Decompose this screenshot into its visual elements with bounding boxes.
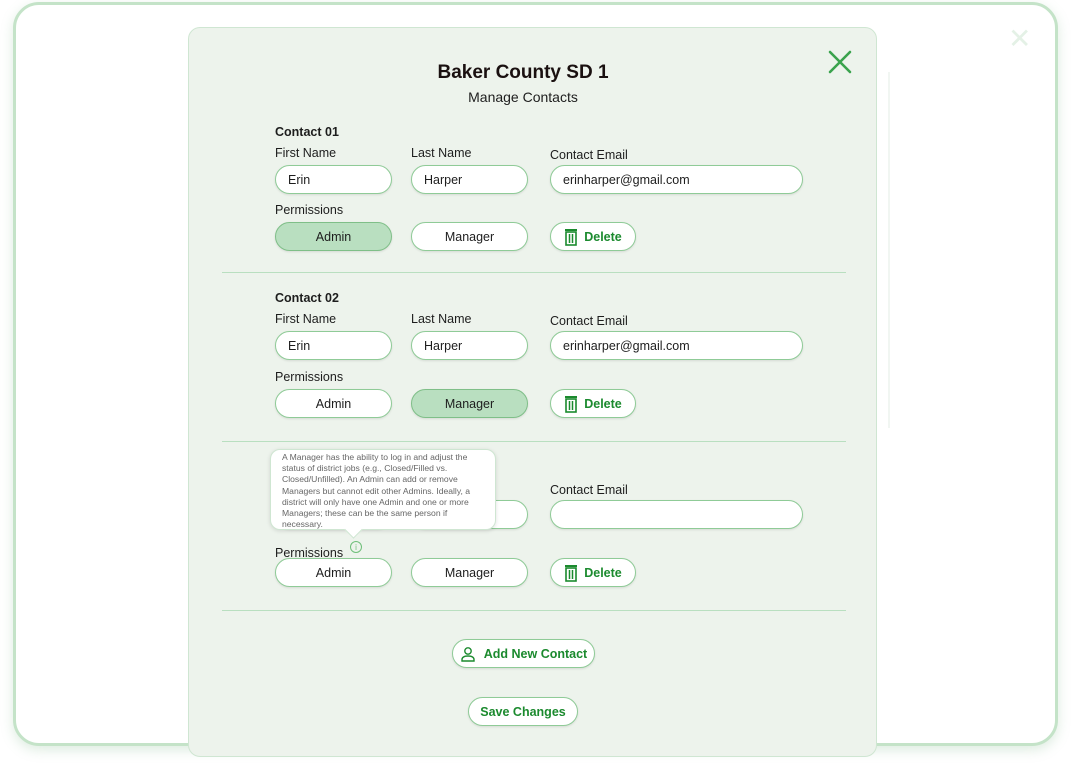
last-name-input[interactable]: Harper — [411, 331, 528, 360]
delete-button[interactable]: Delete — [550, 558, 636, 587]
add-new-contact-button[interactable]: Add New Contact — [452, 639, 595, 668]
email-label: Contact Email — [550, 483, 628, 497]
last-name-input[interactable]: Harper — [411, 165, 528, 194]
manager-toggle[interactable]: Manager — [411, 222, 528, 251]
close-icon[interactable] — [826, 48, 854, 76]
background-divider — [888, 72, 890, 428]
manager-toggle[interactable]: Manager — [411, 389, 528, 418]
admin-toggle[interactable]: Admin — [275, 389, 392, 418]
section-divider — [222, 272, 846, 273]
trash-icon — [565, 564, 578, 582]
section-divider — [222, 441, 846, 442]
email-label: Contact Email — [550, 148, 628, 162]
trash-icon — [565, 228, 578, 246]
delete-label: Delete — [584, 229, 622, 244]
permissions-tooltip: A Manager has the ability to log in and … — [270, 449, 496, 530]
first-name-input[interactable]: Erin — [275, 165, 392, 194]
contact-title: Contact 02 — [275, 291, 339, 305]
email-input[interactable]: erinharper@gmail.com — [550, 331, 803, 360]
contact-title: Contact 01 — [275, 125, 339, 139]
user-icon — [461, 646, 475, 662]
first-name-label: First Name — [275, 312, 337, 326]
delete-button[interactable]: Delete — [550, 389, 636, 418]
info-icon[interactable]: i — [350, 541, 362, 553]
admin-toggle[interactable]: Admin — [275, 222, 392, 251]
email-label: Contact Email — [550, 314, 628, 328]
email-input[interactable] — [550, 500, 803, 529]
delete-label: Delete — [584, 396, 622, 411]
last-name-label: Last Name — [411, 146, 472, 160]
manager-toggle[interactable]: Manager — [411, 558, 528, 587]
delete-button[interactable]: Delete — [550, 222, 636, 251]
section-divider — [222, 610, 846, 611]
permissions-label: Permissions — [275, 203, 344, 217]
first-name-input[interactable]: Erin — [275, 331, 392, 360]
save-changes-button[interactable]: Save Changes — [468, 697, 578, 726]
admin-toggle[interactable]: Admin — [275, 558, 392, 587]
delete-label: Delete — [584, 565, 622, 580]
modal-subtitle: Manage Contacts — [468, 89, 578, 105]
background-close-icon: ✕ — [1008, 23, 1032, 54]
permissions-label: Permissions — [275, 370, 344, 384]
add-new-contact-label: Add New Contact — [483, 646, 588, 661]
trash-icon — [565, 395, 578, 413]
last-name-label: Last Name — [411, 312, 472, 326]
first-name-label: First Name — [275, 146, 337, 160]
modal-title: Baker County SD 1 — [437, 62, 609, 83]
email-input[interactable]: erinharper@gmail.com — [550, 165, 803, 194]
